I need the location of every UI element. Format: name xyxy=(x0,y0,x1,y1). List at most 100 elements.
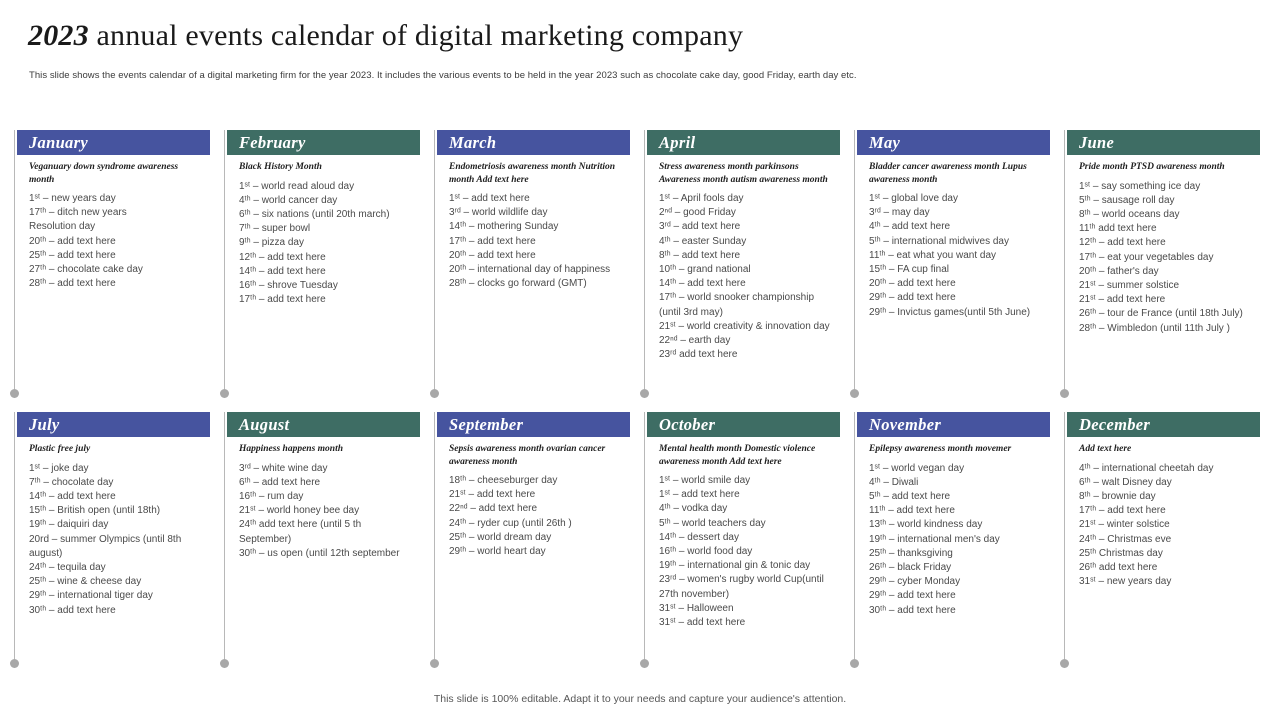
event-item: 27ᵗʰ – chocolate cake day xyxy=(29,264,143,276)
event-item: 14ᵗʰ – dessert day xyxy=(659,531,739,543)
event-item: 1ˢᵗ – add text here xyxy=(659,489,740,501)
month-rail xyxy=(10,412,19,668)
event-item: 1ˢᵗ – new years day xyxy=(29,193,116,204)
event-item: 17ᵗʰ – eat your vegetables day xyxy=(1079,251,1214,263)
event-item: 17ᵗʰ – world snooker championship (until… xyxy=(659,292,815,318)
event-item: 25ᵗʰ – wine & cheese day xyxy=(29,576,142,588)
event-item: 4ᵗʰ – vodka day xyxy=(659,503,728,515)
month-card-may[interactable]: May Bladder cancer awareness month Lupus … xyxy=(850,130,1050,412)
event-item: Resolution day xyxy=(29,221,96,233)
month-theme-february: Black History Month xyxy=(239,162,322,172)
event-item: 4ᵗʰ – international cheetah day xyxy=(1079,462,1214,474)
month-events-october: 1ˢᵗ – world smile day 1ˢᵗ – add text here… xyxy=(647,468,840,630)
month-theme-october: Mental health month Domestic violence aw… xyxy=(659,444,816,467)
month-header-june: June xyxy=(1067,130,1260,155)
rail-dot-marker xyxy=(850,659,859,668)
month-rail xyxy=(430,412,439,668)
rail-dot-marker xyxy=(640,389,649,398)
event-item: 6ᵗʰ – six nations (until 20th march) xyxy=(239,208,390,220)
month-header-december: December xyxy=(1067,412,1260,437)
event-item: 25ᵗʰ – add text here xyxy=(29,249,116,261)
month-theme-july: Plastic free july xyxy=(29,444,91,454)
event-item: 21ˢᵗ – winter solstice xyxy=(1079,519,1170,531)
event-item: 19ᵗʰ – international gin & tonic day xyxy=(659,560,811,572)
event-item: 26ᵗʰ – black Friday xyxy=(869,561,952,573)
event-item: 20ᵗʰ – add text here xyxy=(449,249,536,261)
event-item: 24ᵗʰ add text here (until 5 th September… xyxy=(239,519,362,545)
rail-dot-marker xyxy=(430,659,439,668)
month-card-july[interactable]: July Plastic free july 1ˢᵗ – joke day 7ᵗʰ –… xyxy=(10,412,210,682)
month-header-august: August xyxy=(227,412,420,437)
event-item: 24ᵗʰ – ryder cup (until 26th ) xyxy=(449,517,572,529)
month-card-november[interactable]: November Epilepsy awareness month movemer… xyxy=(850,412,1050,682)
page-title-rest: annual events calendar of digital market… xyxy=(88,19,744,52)
month-theme-august: Happiness happens month xyxy=(239,444,343,454)
event-item: 24ᵗʰ – tequila day xyxy=(29,561,106,573)
month-theme-november: Epilepsy awareness month movemer xyxy=(869,444,1012,454)
month-events-april: 1ˢᵗ – April fools day 2ⁿᵈ – good Friday 3ʳ… xyxy=(647,186,840,362)
event-item: 4ᵗʰ – add text here xyxy=(869,221,951,233)
event-item: 3ʳᵈ – white wine day xyxy=(239,462,328,474)
event-item: 11ᵗʰ – add text here xyxy=(869,505,955,517)
event-item: 8ᵗʰ – world oceans day xyxy=(1079,208,1180,220)
event-item: 21ˢᵗ – summer solstice xyxy=(1079,279,1180,291)
event-item: 21ˢᵗ – world honey bee day xyxy=(239,505,360,517)
event-item: 12ᵗʰ – add text here xyxy=(239,251,326,263)
event-item: 1ˢᵗ – add text here xyxy=(449,193,530,204)
event-item: 8ᵗʰ – add text here xyxy=(659,249,741,261)
slide-canvas: 2023 annual events calendar of digital m… xyxy=(0,0,1280,720)
event-item: 1ˢᵗ – April fools day xyxy=(659,193,744,204)
event-item: 17ᵗʰ – ditch new years xyxy=(29,207,127,219)
event-item: 23ʳᵈ – women's rugby world Cup(until 27t… xyxy=(659,574,824,600)
event-item: 14ᵗʰ – add text here xyxy=(29,490,116,502)
event-item: 1ˢᵗ – joke day xyxy=(29,462,89,474)
event-item: 17ᵗʰ – add text here xyxy=(239,294,326,306)
month-header-may: May xyxy=(857,130,1050,155)
event-item: 22ⁿᵈ – add text here xyxy=(449,503,538,515)
month-events-november: 1ˢᵗ – world vegan day 4ᵗʰ – Diwali 5ᵗʰ – a… xyxy=(857,456,1050,618)
month-header-january: January xyxy=(17,130,210,155)
event-item: 4ᵗʰ – Diwali xyxy=(869,476,919,488)
month-card-june[interactable]: June Pride month PTSD awareness month 1ˢᵗ … xyxy=(1060,130,1260,412)
month-card-march[interactable]: March Endometriosis awareness month Nutri… xyxy=(430,130,630,412)
event-item: 23ʳᵈ add text here xyxy=(659,349,738,361)
month-rail xyxy=(850,130,859,398)
event-item: 21ˢᵗ – add text here xyxy=(449,489,536,501)
event-item: 28ᵗʰ – clocks go forward (GMT) xyxy=(449,278,587,290)
event-item: 30ᵗʰ – add text here xyxy=(29,604,116,616)
month-header-february: February xyxy=(227,130,420,155)
event-item: 9ᵗʰ – pizza day xyxy=(239,237,304,249)
event-item: 24ᵗʰ – Christmas eve xyxy=(1079,533,1172,545)
month-rail xyxy=(1060,412,1069,668)
month-theme-january: Veganuary down syndrome awareness month xyxy=(29,162,179,185)
month-rail xyxy=(850,412,859,668)
event-item: 1ˢᵗ – world smile day xyxy=(659,475,751,486)
event-item: 14ᵗʰ – mothering Sunday xyxy=(449,221,559,233)
rail-dot-marker xyxy=(10,389,19,398)
event-item: 29ᵗʰ – Invictus games(until 5th June) xyxy=(869,306,1031,318)
event-item: 31ˢᵗ – Halloween xyxy=(659,602,734,614)
event-item: 20ᵗʰ – father's day xyxy=(1079,265,1159,277)
month-card-april[interactable]: April Stress awareness month parkinsons A… xyxy=(640,130,840,412)
event-item: 26ᵗʰ – tour de France (until 18th July) xyxy=(1079,308,1243,320)
event-item: 14ᵗʰ – add text here xyxy=(659,278,746,290)
month-card-february[interactable]: February Black History Month 1ˢᵗ – world r… xyxy=(220,130,420,412)
event-item: 15ᵗʰ – British open (until 18th) xyxy=(29,505,161,517)
month-card-october[interactable]: October Mental health month Domestic viol… xyxy=(640,412,840,682)
month-card-december[interactable]: December Add text here 4ᵗʰ – international… xyxy=(1060,412,1260,682)
event-item: 7ᵗʰ – super bowl xyxy=(239,223,311,235)
event-item: 30ᵗʰ – add text here xyxy=(869,604,956,616)
month-theme-june: Pride month PTSD awareness month xyxy=(1079,162,1225,172)
month-card-august[interactable]: August Happiness happens month 3ʳᵈ – white… xyxy=(220,412,420,682)
event-item: 20rd – summer Olympics (until 8th august… xyxy=(29,533,182,559)
month-card-january[interactable]: January Veganuary down syndrome awareness… xyxy=(10,130,210,412)
event-item: 20ᵗʰ – add text here xyxy=(869,278,956,290)
event-item: 17ᵗʰ – add text here xyxy=(449,235,536,247)
event-item: 17ᵗʰ – add text here xyxy=(1079,505,1166,517)
event-item: 4ᵗʰ – easter Sunday xyxy=(659,235,747,247)
month-card-september[interactable]: September Sepsis awareness month ovarian … xyxy=(430,412,630,682)
month-events-february: 1ˢᵗ – world read aloud day 4ᵗʰ – world ca… xyxy=(227,174,420,308)
event-item: 29ᵗʰ – world heart day xyxy=(449,546,546,558)
event-item: 1ˢᵗ – world read aloud day xyxy=(239,180,355,192)
event-item: 29ᵗʰ – add text here xyxy=(869,590,956,602)
